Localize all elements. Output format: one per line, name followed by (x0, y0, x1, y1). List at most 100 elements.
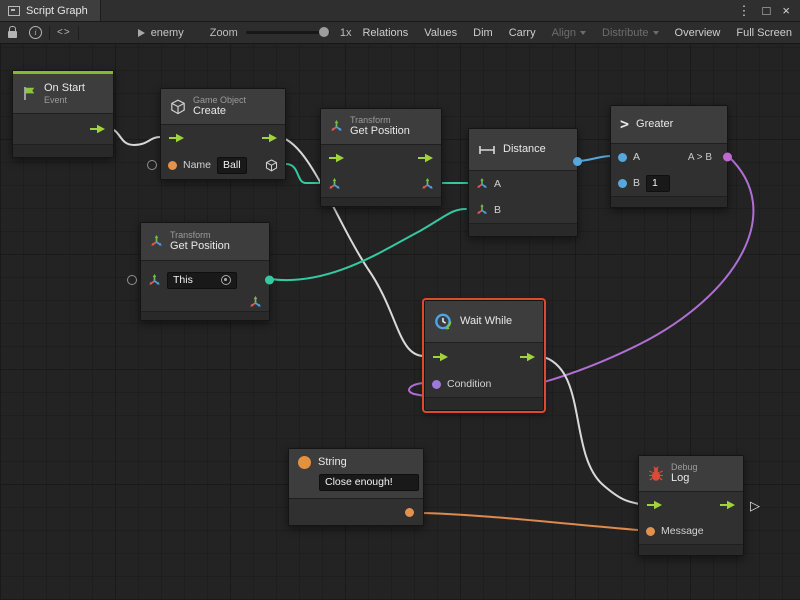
vector-input-port[interactable] (476, 178, 488, 190)
align-button[interactable]: Align (544, 22, 594, 43)
transform-axis-icon (150, 235, 163, 248)
unconnected-flow-arrow-icon[interactable]: ▷ (750, 499, 760, 512)
node-category: Game Object (193, 95, 246, 105)
node-title: Log (671, 472, 698, 485)
window-controls: ⋮ □ × (738, 0, 800, 22)
position-output-port[interactable] (421, 178, 434, 191)
maximize-icon[interactable]: □ (763, 0, 771, 22)
input-b-row: B 1 (611, 170, 727, 196)
node-header: String Close enough! (289, 449, 423, 499)
node-title: Greater (636, 118, 673, 131)
node-gameobject-create[interactable]: Game Object Create Name Ball (160, 88, 286, 180)
wait-clock-icon (434, 313, 453, 331)
close-icon[interactable]: × (782, 0, 790, 22)
node-footer (321, 197, 441, 206)
node-on-start-event[interactable]: On Start Event (12, 70, 114, 158)
tab-script-graph[interactable]: Script Graph (0, 0, 101, 21)
toolbar-divider (78, 26, 79, 40)
node-footer (469, 223, 577, 236)
distribute-button[interactable]: Distribute (594, 22, 666, 43)
name-value-field[interactable]: Ball (217, 157, 247, 174)
node-string-literal[interactable]: String Close enough! (288, 448, 424, 526)
wire-string-to-message (420, 513, 638, 530)
dim-button[interactable]: Dim (465, 22, 501, 43)
info-icon[interactable]: i (29, 26, 42, 39)
string-input-port[interactable] (168, 161, 177, 170)
name-port-row: Name Ball (161, 151, 285, 179)
unconnected-input-port[interactable] (127, 275, 137, 285)
node-category: Transform (170, 230, 230, 240)
node-header: Transform Get Position (321, 109, 441, 145)
node-header: Distance (469, 129, 577, 171)
node-header: Transform Get Position (141, 223, 269, 261)
flow-in-port[interactable] (328, 153, 345, 163)
node-title: Wait While (460, 315, 512, 328)
node-distance[interactable]: Distance A B (468, 128, 578, 237)
flow-row (321, 145, 441, 171)
position-output-port[interactable] (265, 276, 274, 285)
port-label: Message (661, 525, 704, 537)
transform-input-port[interactable] (328, 178, 341, 191)
input-b-row: B (469, 197, 577, 223)
port-label: B (633, 177, 640, 189)
target-object-field[interactable]: This (167, 272, 237, 289)
window-menu-icon[interactable]: ⋮ (738, 0, 751, 22)
number-input-port[interactable] (618, 179, 627, 188)
flow-in-port[interactable] (432, 352, 449, 362)
flow-in-port[interactable] (646, 500, 663, 510)
flow-out-port[interactable] (719, 500, 736, 510)
fullscreen-button[interactable]: Full Screen (728, 22, 800, 43)
window-title: Script Graph (26, 5, 88, 17)
flow-in-port[interactable] (168, 133, 185, 143)
node-get-position-left[interactable]: Transform Get Position This (140, 222, 270, 321)
node-greater[interactable]: > Greater A A > B B 1 (610, 105, 728, 208)
code-icon[interactable]: <> (57, 27, 71, 38)
zoom-slider[interactable] (246, 31, 330, 34)
distance-icon (478, 144, 496, 156)
wire-create-object-to-getposition (286, 164, 320, 183)
node-footer (141, 311, 269, 320)
values-button[interactable]: Values (416, 22, 465, 43)
gameobject-output-port[interactable] (265, 159, 278, 172)
string-value-field[interactable]: Close enough! (319, 474, 419, 491)
input-a-row: A (469, 171, 577, 197)
toolbar-buttons: Relations Values Dim Carry Align Distrib… (354, 22, 800, 43)
input-a-row: A A > B (611, 144, 727, 170)
transform-input-port[interactable] (148, 274, 161, 287)
condition-input-port[interactable] (432, 380, 441, 389)
flow-out-port[interactable] (261, 133, 278, 143)
vector-input-port[interactable] (476, 204, 488, 216)
node-header: Wait While (425, 301, 543, 343)
object-picker-icon[interactable] (221, 275, 231, 285)
string-output-port[interactable] (405, 508, 414, 517)
distance-output-port[interactable] (573, 157, 582, 166)
node-debug-log[interactable]: Debug Log ▷ Message (638, 455, 744, 556)
flow-out-port[interactable] (89, 124, 106, 134)
flow-row (425, 343, 543, 371)
b-value-field[interactable]: 1 (646, 175, 670, 192)
node-header: On Start Event (13, 74, 113, 114)
node-get-position-top[interactable]: Transform Get Position (320, 108, 442, 207)
node-header: Debug Log (639, 456, 743, 492)
output-row (289, 499, 423, 525)
node-title: Get Position (350, 125, 410, 138)
port-label: A (633, 151, 640, 163)
node-wait-while[interactable]: Wait While Condition (424, 300, 544, 411)
position-output-icon[interactable] (249, 296, 262, 309)
number-input-port[interactable] (618, 153, 627, 162)
unconnected-input-port[interactable] (147, 160, 157, 170)
value-port-row (321, 171, 441, 197)
carry-button[interactable]: Carry (501, 22, 544, 43)
flow-out-port[interactable] (417, 153, 434, 163)
bool-output-port[interactable] (723, 153, 732, 162)
relations-button[interactable]: Relations (354, 22, 416, 43)
flow-out-port[interactable] (519, 352, 536, 362)
bug-icon (648, 466, 664, 482)
zoom-label: Zoom (210, 27, 238, 39)
zoom-slider-handle[interactable] (319, 27, 329, 37)
node-footer (611, 196, 727, 207)
lock-icon[interactable] (8, 31, 17, 38)
graph-canvas[interactable]: On Start Event Game Object Create (0, 44, 800, 600)
message-input-port[interactable] (646, 527, 655, 536)
overview-button[interactable]: Overview (667, 22, 729, 43)
